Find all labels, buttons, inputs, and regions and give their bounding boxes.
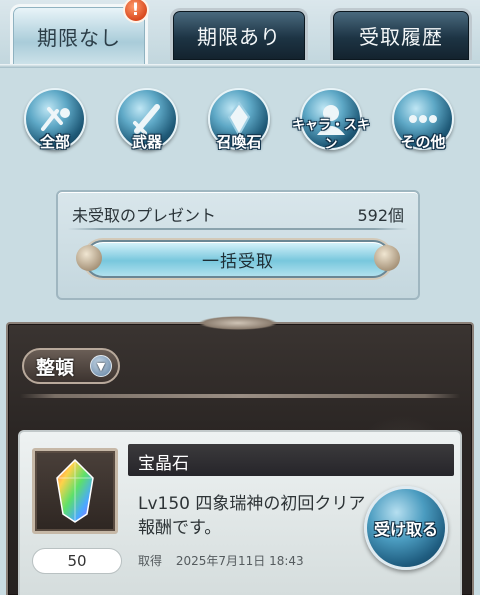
category-summon[interactable]: 召喚石: [198, 88, 280, 162]
category-all[interactable]: 全部: [14, 88, 96, 162]
tab-with-expiry-label: 期限あり: [197, 25, 281, 49]
category-summon-label: 召喚石: [216, 133, 262, 151]
tab-bar: 期限なし ! 期限あり 受取履歴: [0, 0, 480, 68]
bulk-receive-label: 一括受取: [202, 251, 274, 272]
panel-ornament-icon: [198, 316, 278, 330]
category-other-label: その他: [400, 133, 446, 151]
item-acquired-date: 2025年7月11日 18:43: [175, 554, 304, 568]
tab-with-expiry[interactable]: 期限あり: [170, 8, 308, 60]
list-item: 宝晶石 Lv150 四象瑞神の初回クリア報酬です。 受け取る 50 取得 202…: [18, 430, 462, 595]
chevron-down-icon: ▼: [90, 355, 112, 377]
bulk-receive-button[interactable]: 一括受取: [76, 240, 400, 278]
item-acquired: 取得 2025年7月11日 18:43: [138, 552, 314, 569]
category-filter: 全部 武器 召喚石 キャラ・スキン その他: [14, 88, 466, 168]
category-all-label: 全部: [39, 133, 70, 151]
tab-no-expiry[interactable]: 期限なし !: [10, 0, 149, 66]
category-other[interactable]: その他: [382, 88, 464, 162]
item-quantity: 50: [32, 548, 122, 574]
crystal-icon: [32, 448, 118, 534]
present-label: 未受取のプレゼント: [72, 206, 217, 225]
item-acquired-label: 取得: [138, 554, 163, 568]
sort-label: 整頓: [36, 356, 75, 379]
item-name: 宝晶石: [138, 454, 189, 474]
category-weapon[interactable]: 武器: [106, 88, 188, 162]
tab-divider: [0, 64, 480, 68]
ornament-right-icon: [374, 245, 400, 271]
item-description: Lv150 四象瑞神の初回クリア報酬です。: [138, 494, 366, 538]
receive-button[interactable]: 受け取る: [364, 486, 448, 570]
present-divider: [68, 228, 408, 230]
tab-no-expiry-label: 期限なし: [37, 26, 121, 50]
sort-button[interactable]: 整頓 ▼: [22, 348, 120, 384]
present-summary: 未受取のプレゼント 592個 一括受取: [56, 190, 420, 300]
panel-divider: [20, 394, 460, 398]
category-character-skin[interactable]: キャラ・スキン: [290, 88, 372, 162]
tab-history[interactable]: 受取履歴: [330, 8, 472, 60]
category-character-skin-label: キャラ・スキン: [291, 118, 370, 152]
receive-label: 受け取る: [373, 520, 438, 539]
present-count: 592個: [357, 206, 404, 225]
ornament-left-icon: [76, 245, 102, 271]
category-weapon-label: 武器: [131, 133, 162, 151]
alert-badge-icon: !: [123, 0, 149, 23]
tab-history-label: 受取履歴: [359, 25, 443, 49]
